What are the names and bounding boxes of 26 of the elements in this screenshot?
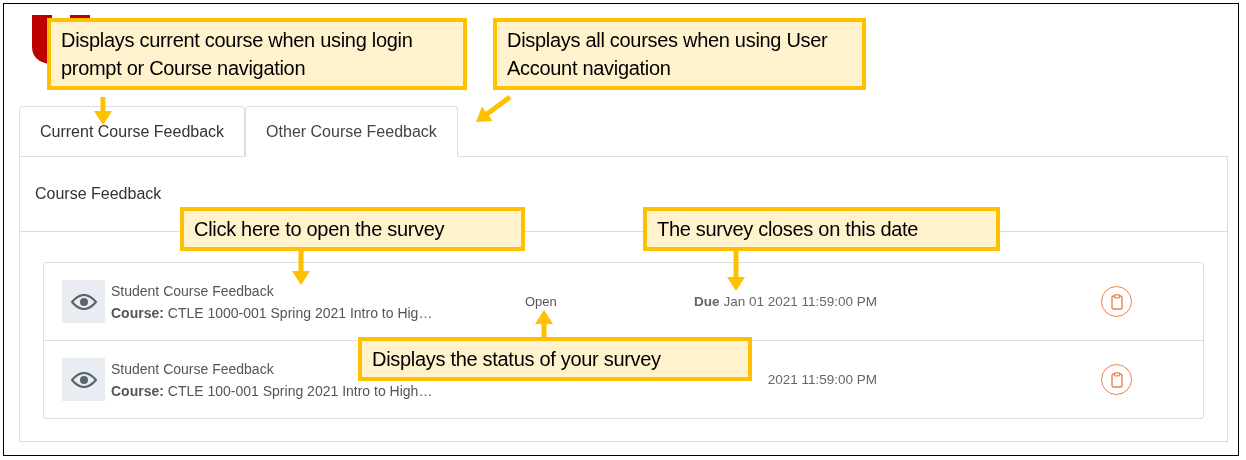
callout-note: Click here to open the survey	[180, 207, 525, 251]
course-name: Course: CTLE 1000-001 Spring 2021 Intro to Hig…	[111, 304, 433, 321]
survey-status: Open	[525, 294, 557, 309]
clipboard-button[interactable]	[1101, 364, 1132, 395]
callout-arrow	[94, 97, 112, 125]
callout-note: Displays all courses when using User Account navigation	[493, 18, 866, 90]
callout-arrow	[535, 310, 553, 337]
due-date: Due Jan 01 2021 11:59:00 PM	[694, 294, 877, 309]
panel-title: Course Feedback	[35, 185, 162, 202]
eye-icon[interactable]	[70, 371, 97, 388]
callout-arrow	[727, 251, 745, 291]
survey-title-link[interactable]: Student Course Feedback	[111, 360, 274, 377]
course-name: Course: CTLE 100-001 Spring 2021 Intro to High…	[111, 382, 433, 399]
callout-note: The survey closes on this date	[643, 207, 1000, 251]
tab[interactable]: Current Course Feedback	[19, 106, 246, 157]
callout-note: Displays current course when using login prompt or Course navigation	[47, 18, 467, 90]
clipboard-button[interactable]	[1101, 286, 1132, 317]
clipboard-icon	[1110, 293, 1123, 310]
callout-arrow	[292, 251, 310, 285]
tab[interactable]: Other Course Feedback	[245, 106, 458, 157]
due-date: 2021 11:59:00 PM	[767, 372, 877, 387]
survey-title-link[interactable]: Student Course Feedback	[111, 282, 274, 299]
callout-arrow	[476, 95, 512, 122]
clipboard-icon	[1110, 371, 1123, 388]
callout-note: Displays the status of your survey	[358, 337, 752, 381]
eye-icon[interactable]	[70, 293, 97, 310]
